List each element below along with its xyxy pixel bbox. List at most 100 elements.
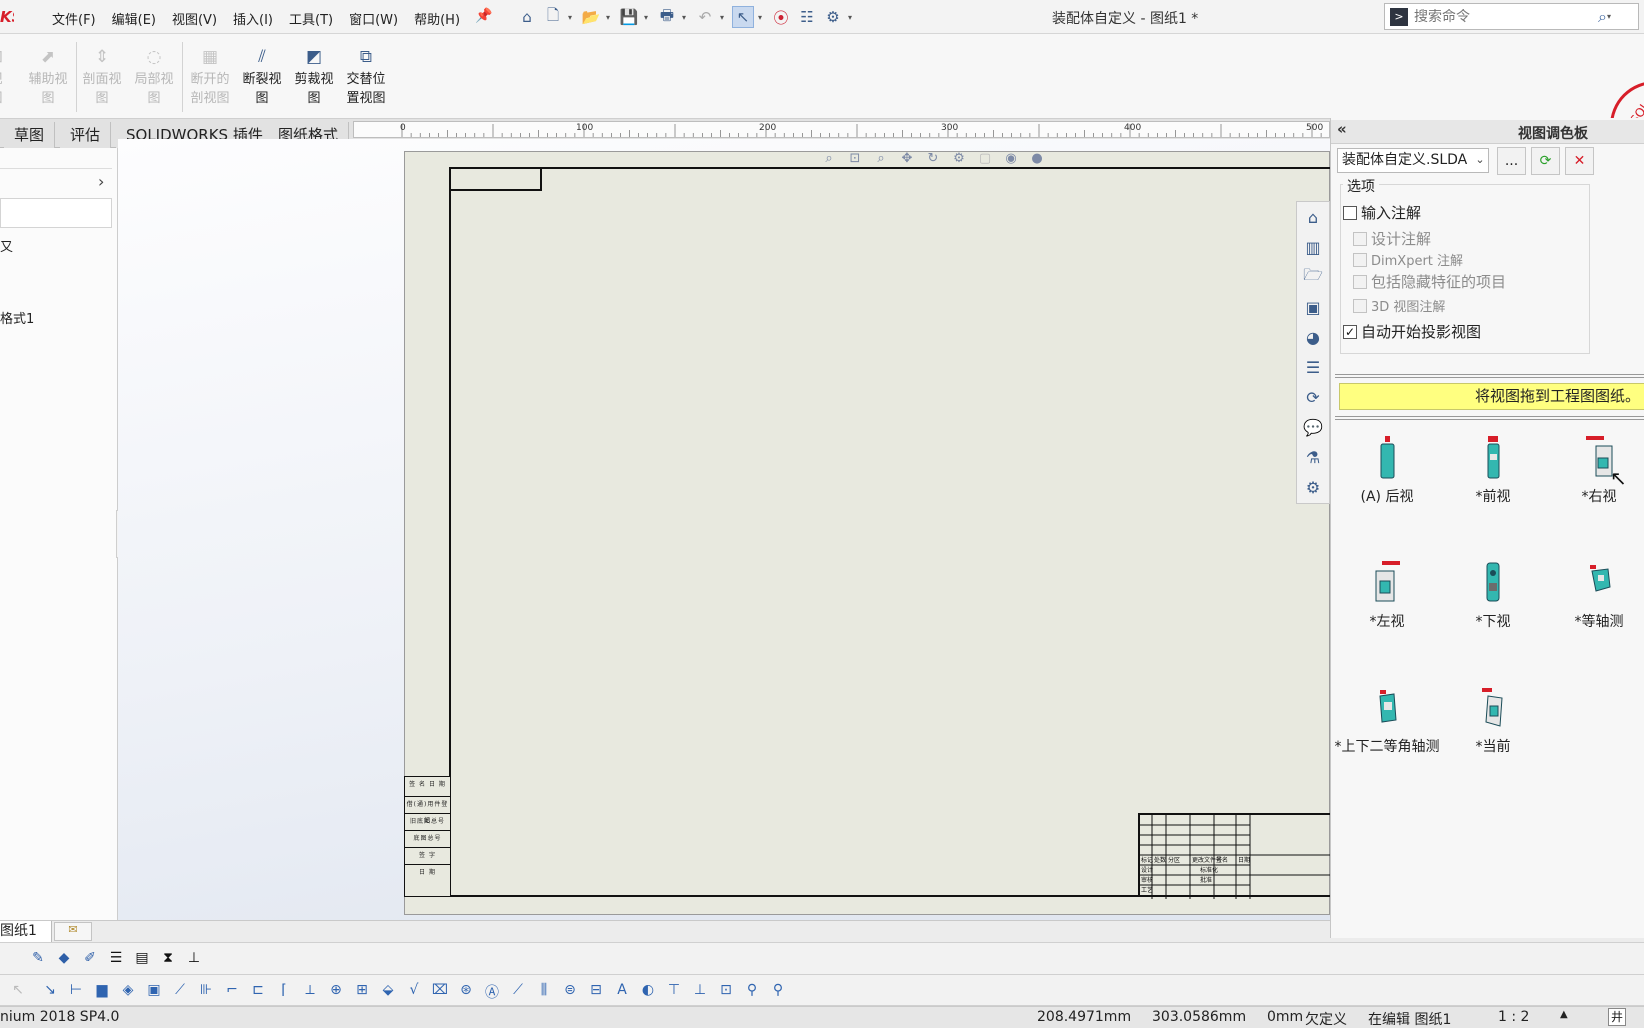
import-annotations-checkbox[interactable]: 输入注解 [1343, 202, 1421, 223]
forum-icon[interactable]: 💬 [1297, 412, 1329, 442]
palette-view-current[interactable]: *当前 [1438, 686, 1548, 757]
cosmetic-thread-icon[interactable]: ⚲ [768, 982, 788, 1002]
linear-note-pattern-icon[interactable]: ⊪ [196, 982, 216, 1002]
palette-splitter[interactable] [1335, 416, 1644, 420]
blocks-icon[interactable]: ⊛ [456, 982, 476, 1002]
document-select[interactable]: 装配体自定义.SLDA [1337, 148, 1489, 173]
chevron-down-icon[interactable]: ▾ [682, 13, 690, 22]
line-style-icon[interactable]: ☰ [106, 950, 126, 970]
text-icon[interactable]: A [612, 982, 632, 1002]
gear-icon[interactable]: ⚙ [822, 6, 844, 28]
checkbox-box[interactable] [1353, 274, 1367, 289]
search-input[interactable] [1414, 8, 1594, 25]
datum-feature-icon[interactable]: √ [404, 982, 424, 1002]
spell-checker-icon[interactable]: ◈ [118, 982, 138, 1002]
menu-window[interactable]: 窗口(W) [341, 9, 406, 28]
file-properties-icon[interactable]: ☷ [796, 6, 818, 28]
appearances-icon[interactable]: ◕ [1297, 322, 1329, 352]
palette-splitter[interactable] [1335, 374, 1644, 378]
tab-evaluate[interactable]: 评估 [60, 122, 112, 148]
horizontal-dimension-icon[interactable]: ⊢ [66, 982, 86, 1002]
chevron-down-icon[interactable]: ▾ [848, 13, 856, 22]
plastics-icon[interactable]: ⚗ [1297, 442, 1329, 472]
dowel-pin-icon[interactable]: ⚲ [742, 982, 762, 1002]
home-icon[interactable]: ⌂ [516, 6, 538, 28]
balloon-icon[interactable]: ⌐ [222, 982, 242, 1002]
datum-target-icon[interactable]: ⌧ [430, 982, 450, 1002]
line-color-icon[interactable]: ◆ [54, 950, 74, 970]
zoom-to-fit-icon[interactable]: ⌕ [820, 151, 838, 166]
area-hatch-icon[interactable]: ⫼ [534, 982, 554, 1002]
palette-view-right[interactable]: *右视 [1544, 436, 1644, 507]
hole-callout-icon[interactable]: ⊞ [352, 982, 372, 1002]
checkbox-box[interactable]: ✓ [1343, 324, 1357, 339]
line-end-icon[interactable]: ⊥ [184, 950, 204, 970]
layer-properties-icon[interactable]: ✎ [28, 950, 48, 970]
hide-show-icon[interactable]: ◉ [1002, 151, 1020, 166]
break-view-button[interactable]: ⫽ 断裂视 图 [236, 48, 288, 108]
print-icon[interactable]: 🖶 [656, 6, 678, 28]
grid-icon[interactable]: 井 [1608, 1008, 1626, 1026]
auto-balloon-icon[interactable]: ⊏ [248, 982, 268, 1002]
menu-edit[interactable]: 编辑(E) [104, 9, 164, 28]
magnetic-line-icon[interactable]: ⌈ [274, 982, 294, 1002]
collapse-icon[interactable]: « [1337, 120, 1347, 138]
custom-properties-icon[interactable]: ☰ [1297, 352, 1329, 382]
file-explorer-icon[interactable]: 🗁 [1297, 262, 1329, 292]
new-document-icon[interactable]: 🗋 [542, 6, 564, 28]
section-view-button[interactable]: ⇕ 剖面视 图 [76, 48, 128, 108]
palette-view-isometric[interactable]: *等轴测 [1544, 561, 1644, 632]
open-folder-icon[interactable]: 📂 [580, 6, 602, 28]
add-sheet-icon[interactable]: ✉ [54, 922, 92, 941]
projected-view-button[interactable]: ⊞ 视 图 [0, 48, 22, 108]
chevron-right-icon[interactable]: › [98, 172, 104, 191]
image-icon[interactable]: ⊡ [716, 982, 736, 1002]
auto-projected-view-checkbox[interactable]: ✓ 自动开始投影视图 [1343, 321, 1481, 342]
hidden-features-checkbox[interactable]: 包括隐藏特征的项目 [1353, 271, 1506, 292]
view-palette-icon[interactable]: ▣ [1297, 292, 1329, 322]
chevron-down-icon[interactable]: ▾ [606, 13, 614, 22]
smart-dimension-icon[interactable]: ↘ [40, 982, 60, 1002]
simulation-icon[interactable]: ⚙ [1297, 472, 1329, 502]
checkbox-box[interactable] [1343, 205, 1357, 220]
select-icon[interactable]: ↖ [8, 982, 28, 1002]
command-search[interactable]: > ⌕ ▾ [1384, 3, 1639, 30]
chevron-down-icon[interactable]: ▾ [644, 13, 652, 22]
traffic-light-icon[interactable]: ⦿ [770, 6, 792, 28]
auxiliary-view-button[interactable]: ⬈ 辅助视 图 [22, 48, 74, 108]
solidworks-logo[interactable]: KS [0, 8, 14, 26]
home-icon[interactable]: ⌂ [1297, 202, 1329, 232]
view-settings-icon[interactable]: ⚙ [950, 151, 968, 166]
sheet-scale[interactable]: 1 : 2 [1498, 1009, 1529, 1025]
broken-out-section-button[interactable]: ▦ 断开的 剖视图 [184, 48, 236, 108]
tree-item[interactable]: 又 [0, 236, 13, 255]
3d-view-annotations-checkbox[interactable]: 3D 视图注解 [1353, 296, 1445, 315]
search-icon[interactable]: ⌕ [1598, 7, 1607, 27]
checkbox-box[interactable] [1353, 231, 1367, 246]
tree-filter-input[interactable] [0, 198, 112, 228]
align-icon[interactable]: ⊤ [664, 982, 684, 1002]
undo-icon[interactable]: ↶ [694, 6, 716, 28]
design-library-icon[interactable]: ▥ [1297, 232, 1329, 262]
edit-mode-status[interactable]: 在编辑 图纸1 [1368, 1009, 1451, 1028]
chevron-down-icon[interactable]: ▾ [720, 13, 728, 22]
tab-sketch[interactable]: 草图 [4, 122, 56, 148]
format-painter-icon[interactable]: ▣ [144, 982, 164, 1002]
hide-show-edges-icon[interactable]: ▤ [132, 950, 152, 970]
palette-view-bottom[interactable]: *下视 [1438, 561, 1548, 632]
dimxpert-annotations-checkbox[interactable]: DimXpert 注解 [1353, 250, 1463, 269]
display-style-icon[interactable]: ▢ [976, 151, 994, 166]
zoom-to-area-icon[interactable]: ⊡ [846, 151, 864, 166]
clear-button[interactable]: ✕ [1565, 147, 1594, 175]
crop-view-button[interactable]: ◩ 剪裁视 图 [288, 48, 340, 108]
menu-file[interactable]: 文件(F) [44, 9, 104, 28]
menu-insert[interactable]: 插入(I) [225, 9, 281, 28]
appearance-icon[interactable]: ● [1028, 151, 1046, 166]
align-center-icon[interactable]: ⊥ [690, 982, 710, 1002]
weld-symbol-icon[interactable]: ⊕ [326, 982, 346, 1002]
zoom-in-out-icon[interactable]: ⌕ [872, 151, 890, 166]
alternate-position-view-button[interactable]: ⧉ 交替位 置视图 [340, 48, 392, 108]
save-icon[interactable]: 💾 [618, 6, 640, 28]
menu-help[interactable]: 帮助(H) [406, 9, 468, 28]
checkbox-box[interactable] [1353, 252, 1367, 267]
